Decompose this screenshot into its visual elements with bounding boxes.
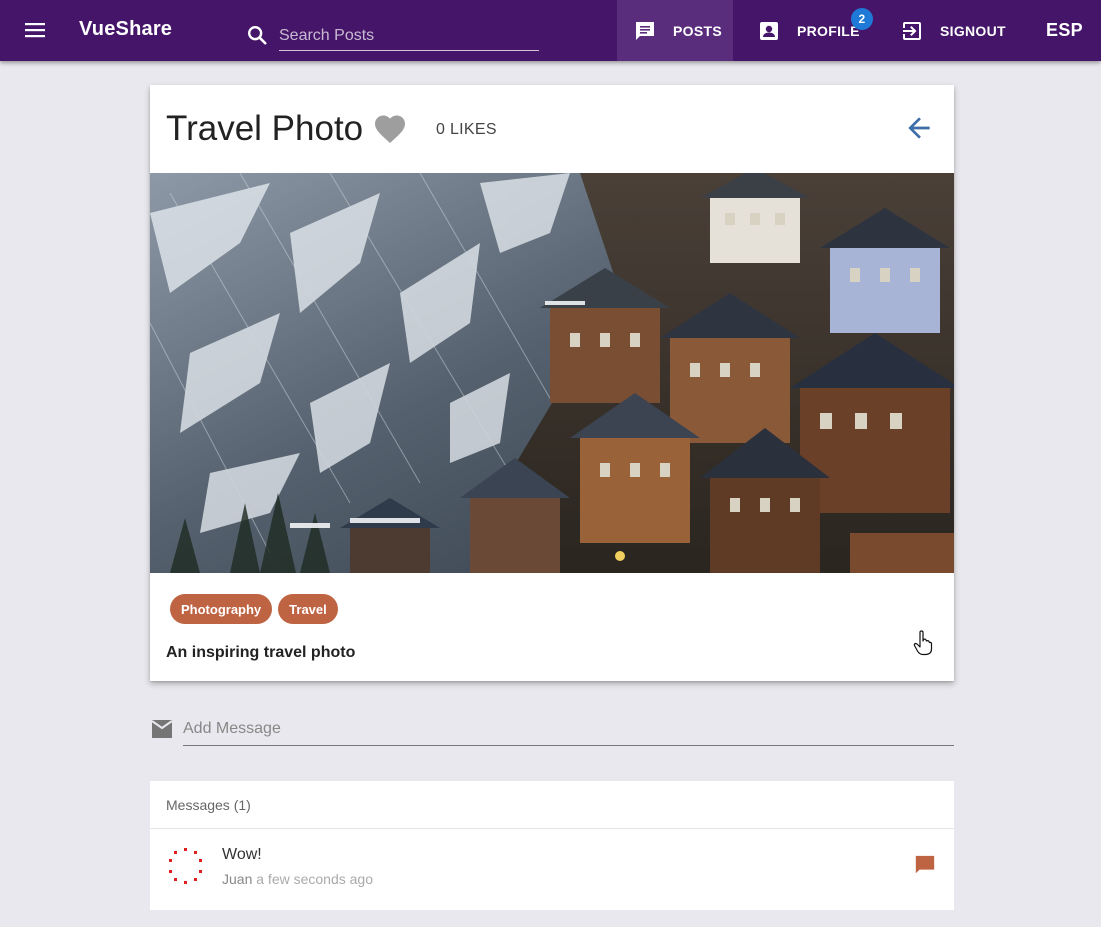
message-timestamp: a few seconds ago [256,871,373,887]
messages-header: Messages (1) [150,781,954,829]
arrow-back-icon[interactable] [903,112,935,144]
profile-icon [760,21,778,40]
menu-icon[interactable] [22,18,48,42]
messages-list: Messages (1) Wow! Juan a few seconds ago [150,781,954,910]
brand-title[interactable]: VueShare [79,18,172,41]
hand-cursor-icon [913,630,933,656]
category-chips: Photography Travel [170,594,338,624]
search-input[interactable] [279,21,539,51]
avatar[interactable] [167,847,205,885]
language-toggle[interactable]: ESP [1028,0,1101,61]
exit-icon [903,21,921,40]
category-chip[interactable]: Photography [170,594,273,624]
post-image[interactable] [150,173,954,573]
app-bar: VueShare POSTS PROFILE 2 SIGNOUT [0,0,1101,61]
category-chip[interactable]: Travel [278,594,338,624]
heart-icon[interactable] [372,111,408,147]
message-meta: Juan a few seconds ago [222,871,373,887]
comment-icon[interactable] [914,854,936,876]
nav-posts-label: POSTS [673,22,722,39]
message-item[interactable]: Wow! Juan a few seconds ago [150,829,954,909]
nav-signout-label: SIGNOUT [940,22,1006,39]
message-input[interactable] [183,712,954,746]
notification-badge: 2 [851,8,873,30]
post-description: An inspiring travel photo [166,644,356,661]
message-text: Wow! [222,846,262,863]
post-title: Travel Photo [166,109,364,148]
nav-profile-label: PROFILE [797,22,860,39]
mail-icon [150,718,174,740]
post-card: Travel Photo 0 LIKES Photography Travel … [150,85,954,681]
chat-icon [636,21,654,40]
search-icon [246,24,268,46]
likes-count: 0 LIKES [436,121,497,138]
nav-posts-button[interactable]: POSTS [617,0,733,61]
message-author: Juan [222,871,253,887]
nav-signout-button[interactable]: SIGNOUT [884,0,1024,61]
nav-profile-button[interactable]: PROFILE 2 [741,0,881,61]
